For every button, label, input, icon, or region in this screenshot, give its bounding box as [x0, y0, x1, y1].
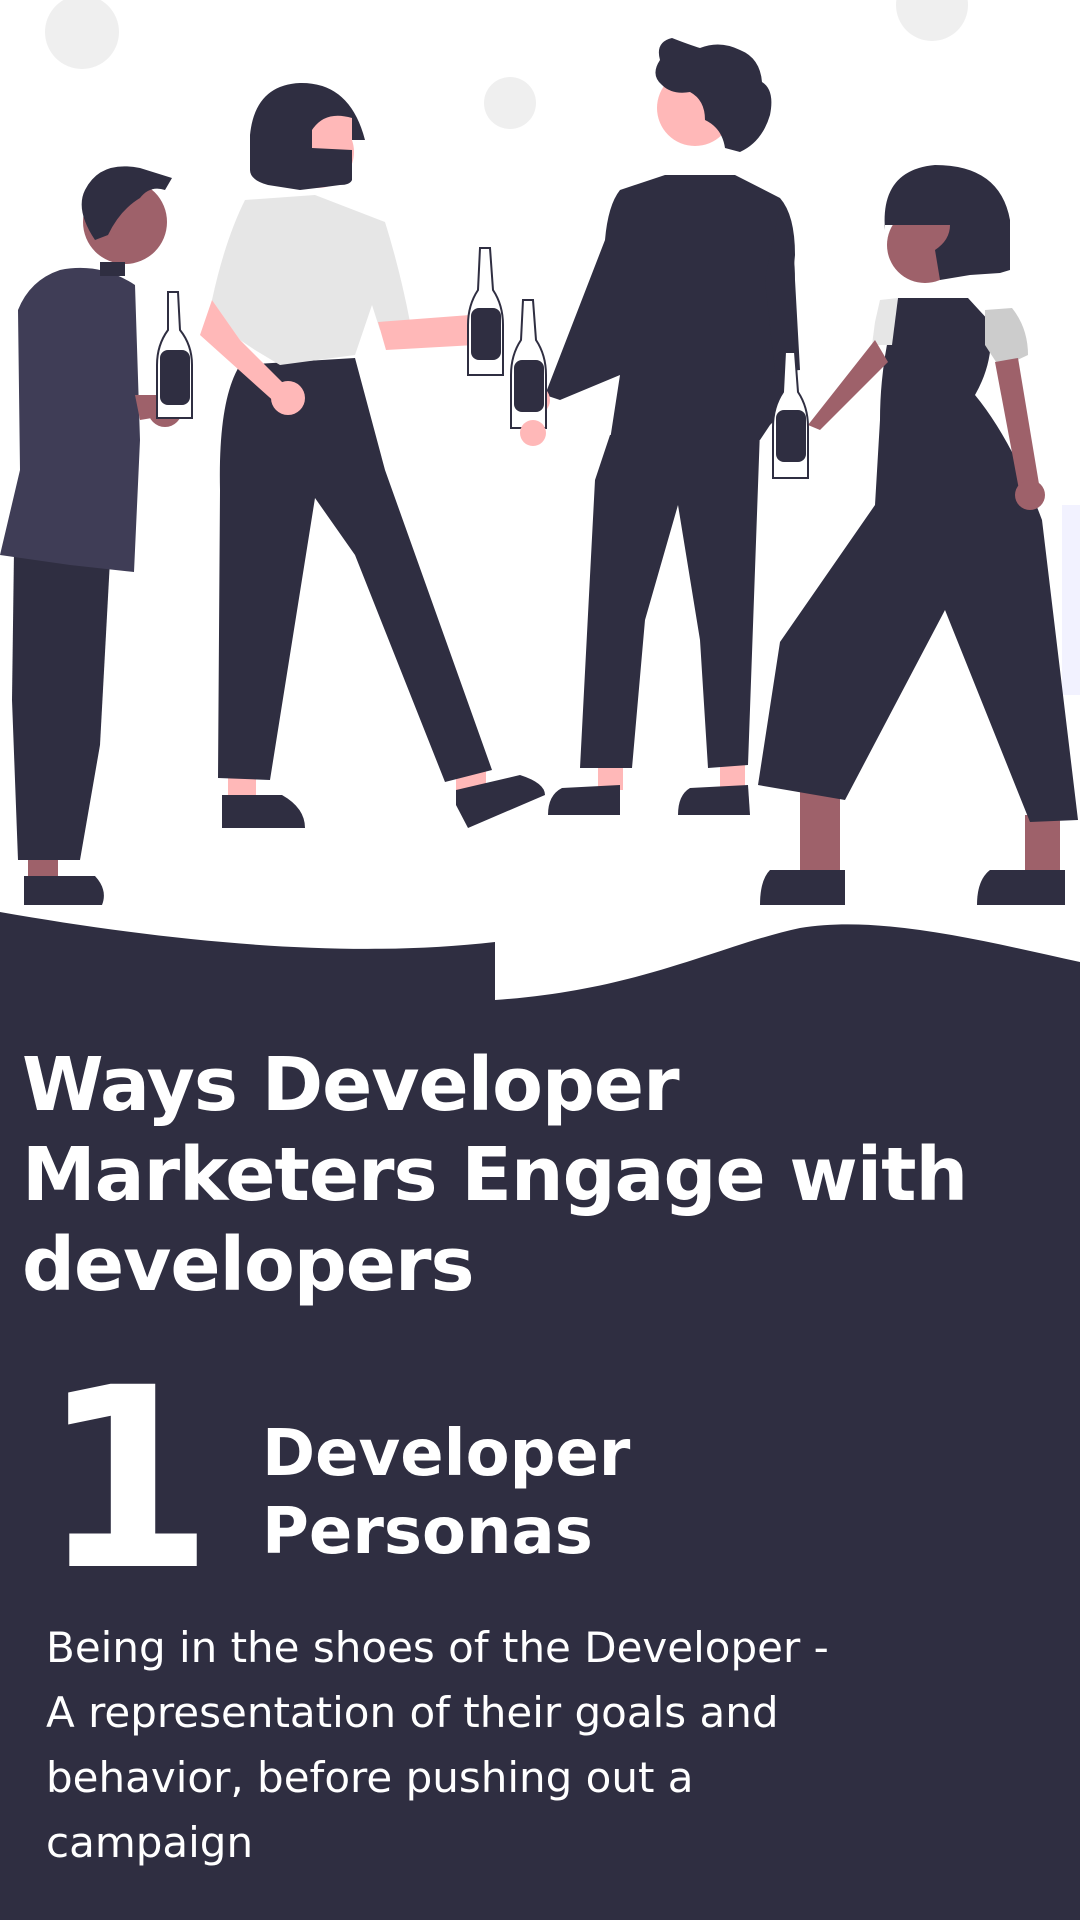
decor-panel	[1062, 505, 1080, 695]
description-line: campaign	[46, 1818, 254, 1867]
item-number: 1	[40, 1334, 214, 1625]
item-description: Being in the shoes of the Developer - A …	[46, 1615, 996, 1875]
person-icon	[520, 38, 800, 815]
title-line: Ways Developer	[22, 1042, 680, 1128]
item-title-line: Personas	[262, 1495, 593, 1569]
title-line: developers	[22, 1222, 474, 1308]
bottle-icon	[510, 299, 547, 446]
description-line: behavior, before pushing out a	[46, 1753, 694, 1802]
people-illustration	[0, 0, 1080, 905]
description-line: A representation of their goals and	[46, 1688, 779, 1737]
item-title-line: Developer	[262, 1417, 631, 1491]
person-icon	[200, 82, 545, 828]
decor-dot	[45, 0, 119, 69]
bottle-icon	[467, 247, 504, 376]
description-line: Being in the shoes of the Developer -	[46, 1623, 829, 1672]
page-title: Ways Developer Marketers Engage with dev…	[22, 1040, 1062, 1310]
title-line: Marketers Engage with	[22, 1132, 968, 1218]
decor-dot	[484, 77, 536, 129]
decor-dot	[896, 0, 968, 41]
person-icon	[758, 165, 1078, 905]
person-icon	[0, 166, 182, 905]
item-title: Developer Personas	[262, 1415, 962, 1571]
bottle-icon	[156, 291, 193, 419]
